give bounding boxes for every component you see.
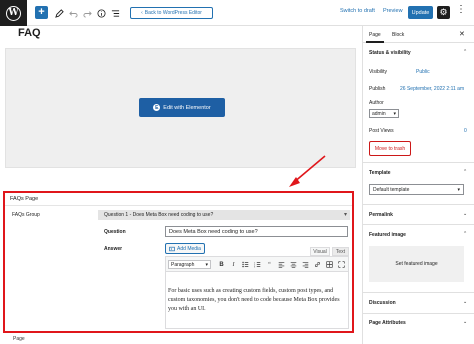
chevron-down-icon[interactable]: ⌄ [463, 211, 467, 217]
close-icon[interactable]: ✕ [459, 30, 465, 38]
media-icon [169, 246, 175, 251]
move-to-trash-button[interactable]: Move to trash [369, 141, 411, 156]
collapse-icon[interactable]: ▾ [344, 211, 347, 218]
publish-date-value[interactable]: 26 September, 2022 2:11 am [400, 86, 464, 92]
sidebar-divider [363, 313, 474, 314]
visibility-value[interactable]: Public [416, 69, 430, 75]
author-select[interactable]: admin ▾ [369, 109, 399, 118]
discussion-title[interactable]: Discussion [369, 300, 396, 306]
sidebar-divider [363, 162, 474, 163]
chevron-down-icon[interactable]: ⌄ [463, 299, 467, 305]
align-right-icon[interactable] [301, 260, 310, 269]
template-select-value: Default template [373, 186, 410, 193]
align-center-icon[interactable] [289, 260, 298, 269]
template-select[interactable]: Default template ▾ [369, 184, 464, 195]
meta-box-title: FAQs Page [10, 196, 39, 202]
faqs-group-label: FAQs Group [12, 212, 40, 218]
svg-text:3: 3 [254, 267, 256, 268]
bold-icon[interactable]: B [217, 260, 226, 269]
publish-label: Publish [369, 86, 386, 92]
sidebar-divider [363, 204, 474, 205]
set-featured-image-button[interactable]: Set featured image [369, 246, 464, 282]
chevron-down-icon: ▾ [205, 261, 208, 268]
format-select-value: Paragraph [171, 261, 195, 268]
chevron-up-icon[interactable]: ⌃ [463, 231, 467, 237]
permalink-title[interactable]: Permalink [369, 212, 393, 218]
visibility-label: Visibility [369, 69, 387, 75]
answer-text[interactable]: For basic uses such as creating custom f… [168, 287, 346, 314]
meta-box-divider [5, 205, 352, 206]
link-icon[interactable] [313, 260, 322, 269]
add-media-label: Add Media [177, 245, 201, 252]
status-visibility-title[interactable]: Status & visibility [369, 50, 411, 56]
question-label: Question [104, 229, 126, 235]
tab-block[interactable]: Block [392, 32, 404, 38]
toolbar-toggle-icon[interactable] [325, 260, 334, 269]
bullet-list-icon[interactable] [241, 260, 250, 269]
sidebar-divider [363, 292, 474, 293]
answer-label: Answer [104, 246, 123, 252]
active-tab-indicator [366, 41, 384, 43]
post-views-value[interactable]: 0 [464, 128, 467, 134]
chevron-down-icon: ▾ [457, 186, 460, 193]
featured-image-title[interactable]: Featured image [369, 232, 406, 238]
author-select-value: admin [372, 110, 386, 117]
tab-visual[interactable]: Visual [310, 247, 330, 256]
tab-text[interactable]: Text [332, 247, 349, 256]
question-input[interactable]: Does Meta Box need coding to use? [165, 226, 348, 237]
blockquote-icon[interactable]: “ [265, 260, 274, 269]
author-label: Author [369, 100, 384, 106]
numbered-list-icon[interactable]: 123 [253, 260, 262, 269]
template-title[interactable]: Template [369, 170, 391, 176]
italic-icon[interactable]: I [229, 260, 238, 269]
sidebar-divider [363, 224, 474, 225]
align-left-icon[interactable] [277, 260, 286, 269]
fullscreen-icon[interactable] [337, 260, 346, 269]
chevron-down-icon[interactable]: ⌄ [463, 319, 467, 325]
chevron-down-icon: ▾ [393, 110, 396, 117]
tab-page[interactable]: Page [369, 32, 381, 38]
group-item-header[interactable]: Question 1 - Does Meta Box need coding t… [98, 210, 350, 220]
chevron-up-icon[interactable]: ⌃ [463, 49, 467, 55]
add-media-button[interactable]: Add Media [165, 243, 205, 254]
chevron-up-icon[interactable]: ⌃ [463, 169, 467, 175]
format-select[interactable]: Paragraph ▾ [168, 260, 211, 269]
post-views-label: Post Views [369, 128, 394, 134]
breadcrumb[interactable]: Page [13, 336, 25, 342]
page-attributes-title[interactable]: Page Attributes [369, 320, 406, 326]
